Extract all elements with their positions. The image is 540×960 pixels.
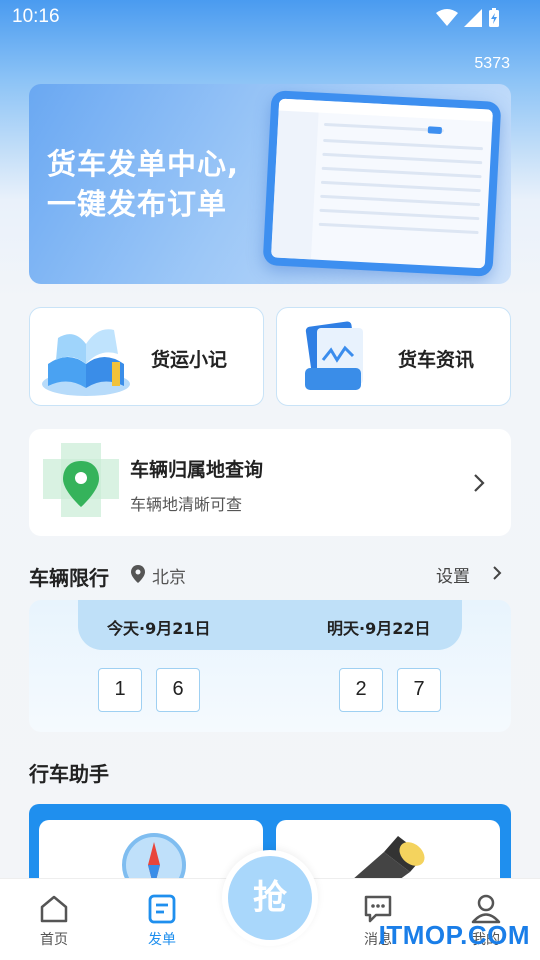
order-icon	[148, 894, 176, 924]
banner-title-line1: 货车发单中心,	[47, 147, 240, 181]
restriction-city[interactable]: 北京	[152, 563, 186, 588]
wifi-icon	[436, 9, 458, 26]
grab-label: 抢	[228, 856, 312, 940]
vehicle-query-title: 车辆归属地查询	[130, 459, 264, 481]
restriction-settings-button[interactable]: 设置	[436, 562, 506, 587]
status-time: 10:16	[12, 6, 60, 27]
book-icon	[42, 329, 130, 396]
signal-icon	[464, 9, 482, 27]
tool-label: 货运小记	[151, 349, 228, 371]
today-number: 6	[156, 668, 200, 712]
news-icon	[305, 321, 363, 390]
tab-order[interactable]: 发单	[122, 879, 202, 960]
tomorrow-date: 明天·9月22日	[327, 619, 431, 638]
tab-label: 首页	[40, 932, 68, 948]
today-number: 1	[98, 668, 142, 712]
home-icon	[40, 895, 68, 923]
settings-label: 设置	[436, 567, 470, 587]
chevron-right-icon	[474, 474, 485, 492]
tomorrow-number: 2	[339, 668, 383, 712]
status-icons	[436, 8, 500, 28]
status-bar: 10:16	[0, 0, 540, 36]
chevron-right-icon	[493, 566, 502, 580]
banner[interactable]: 货车发单中心, 一键发布订单	[29, 84, 511, 284]
assistant-title: 行车助手	[29, 762, 109, 786]
tool-label: 货车资讯	[398, 349, 475, 371]
today-date: 今天·9月21日	[107, 619, 211, 638]
user-id: 5373	[474, 55, 510, 72]
tool-card-truck-news[interactable]: 货车资讯	[276, 307, 511, 406]
tab-label: 发单	[148, 932, 176, 948]
location-icon	[131, 565, 145, 583]
grab-order-button[interactable]: 抢	[222, 850, 318, 946]
battery-icon	[489, 8, 499, 27]
vehicle-origin-query-card[interactable]: 车辆归属地查询 车辆地清晰可查	[29, 429, 511, 536]
watermark: ITMOP.COM	[378, 920, 530, 950]
banner-title-line2: 一键发布订单	[47, 187, 228, 221]
location-pin-icon	[43, 443, 119, 517]
tool-card-freight-notes[interactable]: 货运小记	[29, 307, 264, 406]
tab-home[interactable]: 首页	[14, 879, 94, 960]
restriction-panel: 今天·9月21日 明天·9月22日 1 6 2 7	[29, 600, 511, 732]
restriction-title: 车辆限行	[29, 566, 109, 590]
vehicle-query-subtitle: 车辆地清晰可查	[130, 495, 243, 514]
banner-title: 货车发单中心, 一键发布订单	[47, 144, 239, 224]
tablet-illustration	[262, 90, 502, 277]
tomorrow-number: 7	[397, 668, 441, 712]
